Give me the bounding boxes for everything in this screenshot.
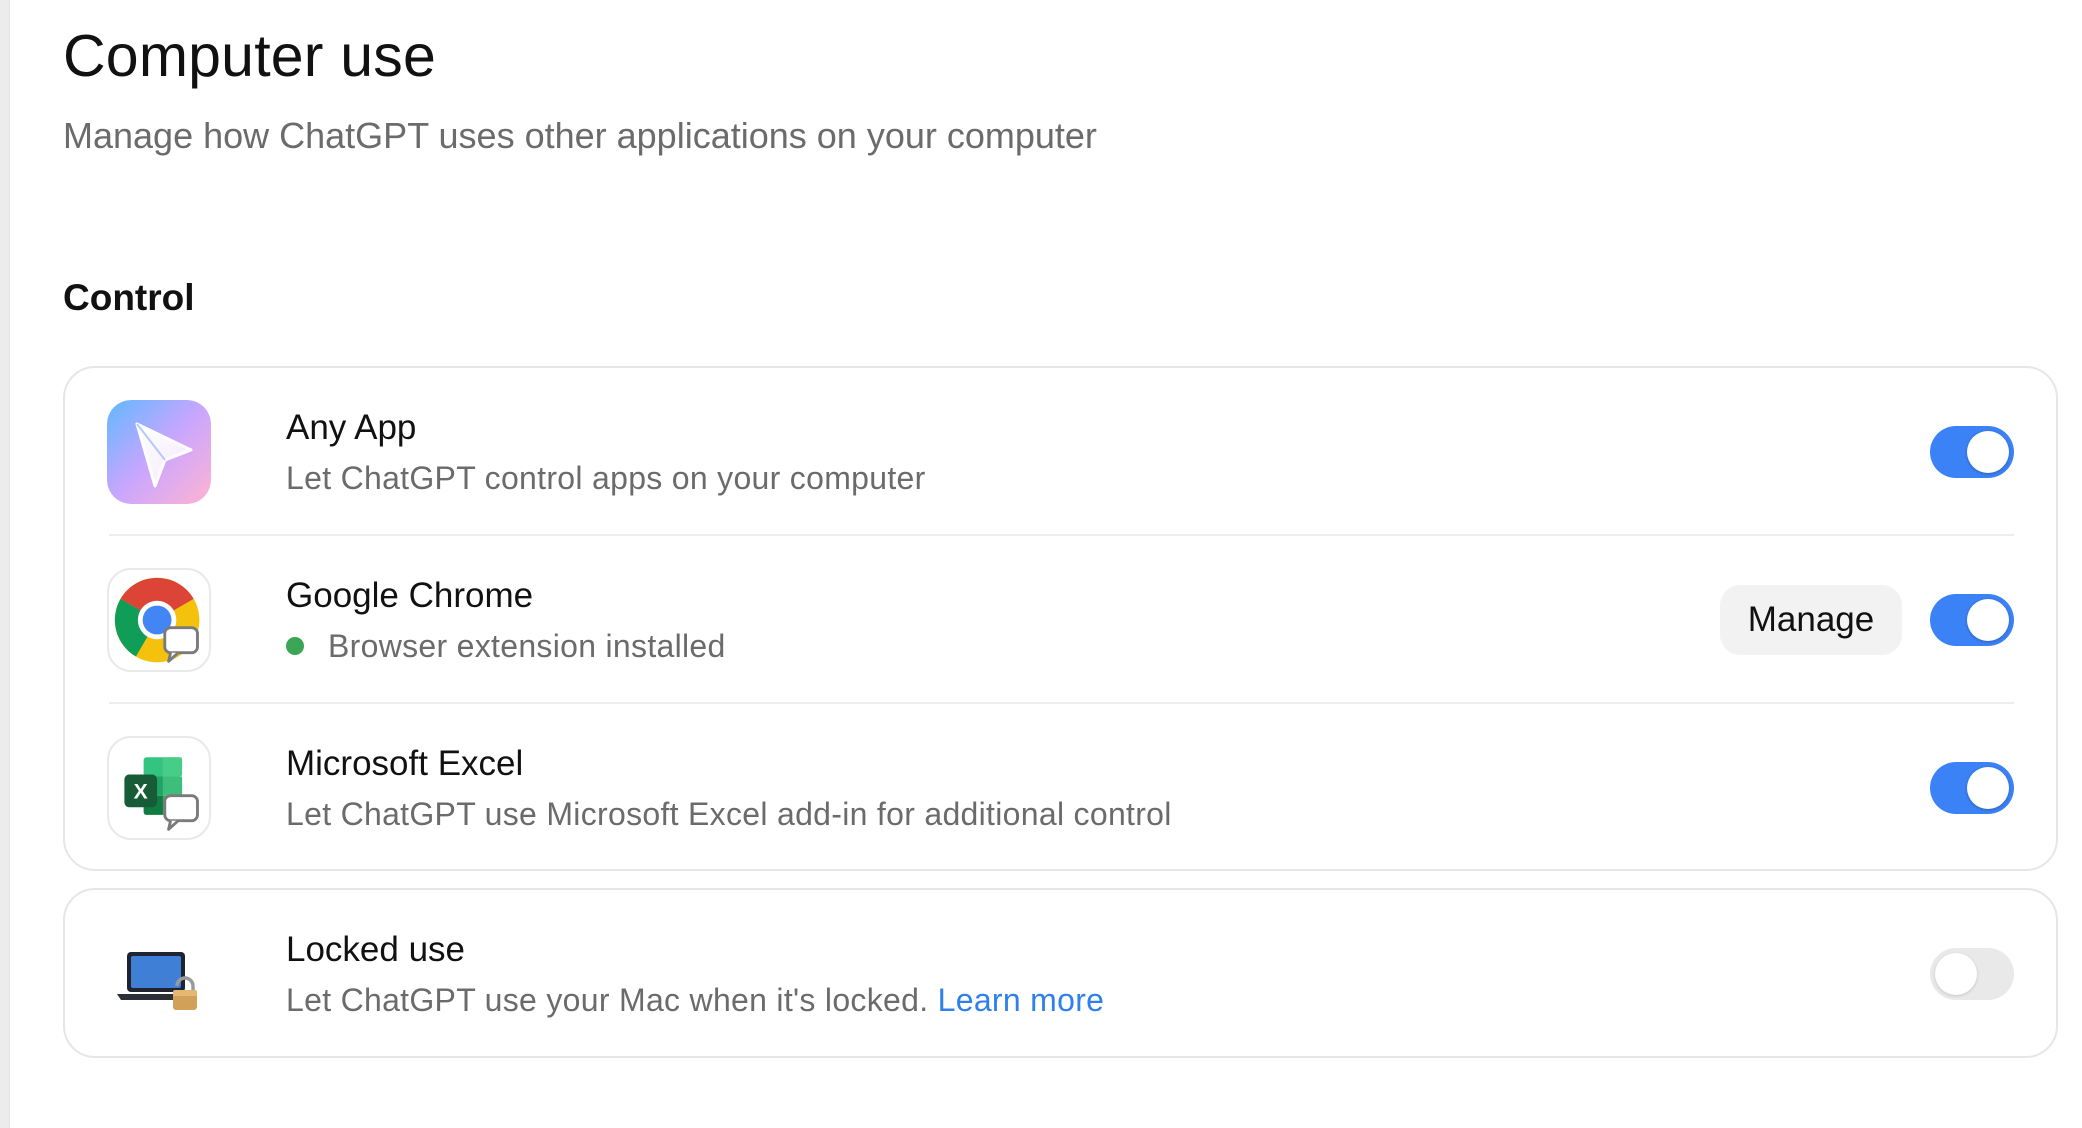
setting-title: Locked use [286,930,466,969]
page-subtitle: Manage how ChatGPT uses other applicatio… [63,115,1097,156]
setting-row-google-chrome: Google Chrome Browser extension installe… [107,536,2014,702]
setting-row-locked-use: Locked use Let ChatGPT use your Mac when… [107,890,2014,1056]
window-left-edge [0,0,10,1128]
locked-use-toggle[interactable] [1930,948,2014,1000]
toggle-knob [1935,953,1977,995]
setting-description: Let ChatGPT control apps on your compute… [286,460,926,496]
google-chrome-toggle[interactable] [1930,594,2014,646]
chatgpt-cursor-icon [107,400,211,504]
svg-text:X: X [134,781,148,804]
toggle-knob [1967,431,2009,473]
setting-description: Let ChatGPT use Microsoft Excel add-in f… [286,796,1172,832]
extension-status-text: Browser extension installed [328,628,726,664]
any-app-toggle[interactable] [1930,426,2014,478]
control-card: Any App Let ChatGPT control apps on your… [63,366,2058,871]
status-dot-icon [286,637,304,655]
learn-more-link[interactable]: Learn more [938,982,1105,1018]
toggle-knob [1967,599,2009,641]
setting-description-with-link: Let ChatGPT use your Mac when it's locke… [286,982,1104,1019]
microsoft-excel-icon: X [107,736,211,840]
setting-title: Microsoft Excel [286,744,524,783]
manage-button[interactable]: Manage [1720,585,1902,655]
setting-title: Google Chrome [286,576,534,615]
setting-description-with-status: Browser extension installed [286,628,726,665]
locked-laptop-icon [107,922,211,1026]
microsoft-excel-toggle[interactable] [1930,762,2014,814]
toggle-knob [1967,767,2009,809]
locked-use-description: Let ChatGPT use your Mac when it's locke… [286,982,929,1018]
locked-use-card: Locked use Let ChatGPT use your Mac when… [63,888,2058,1058]
setting-row-microsoft-excel: X Microsoft Excel Let ChatGPT use Micros… [107,704,2014,870]
google-chrome-icon [107,568,211,672]
section-title-control: Control [63,277,195,318]
page-title: Computer use [63,23,436,89]
setting-row-any-app: Any App Let ChatGPT control apps on your… [107,368,2014,534]
setting-title: Any App [286,408,417,447]
